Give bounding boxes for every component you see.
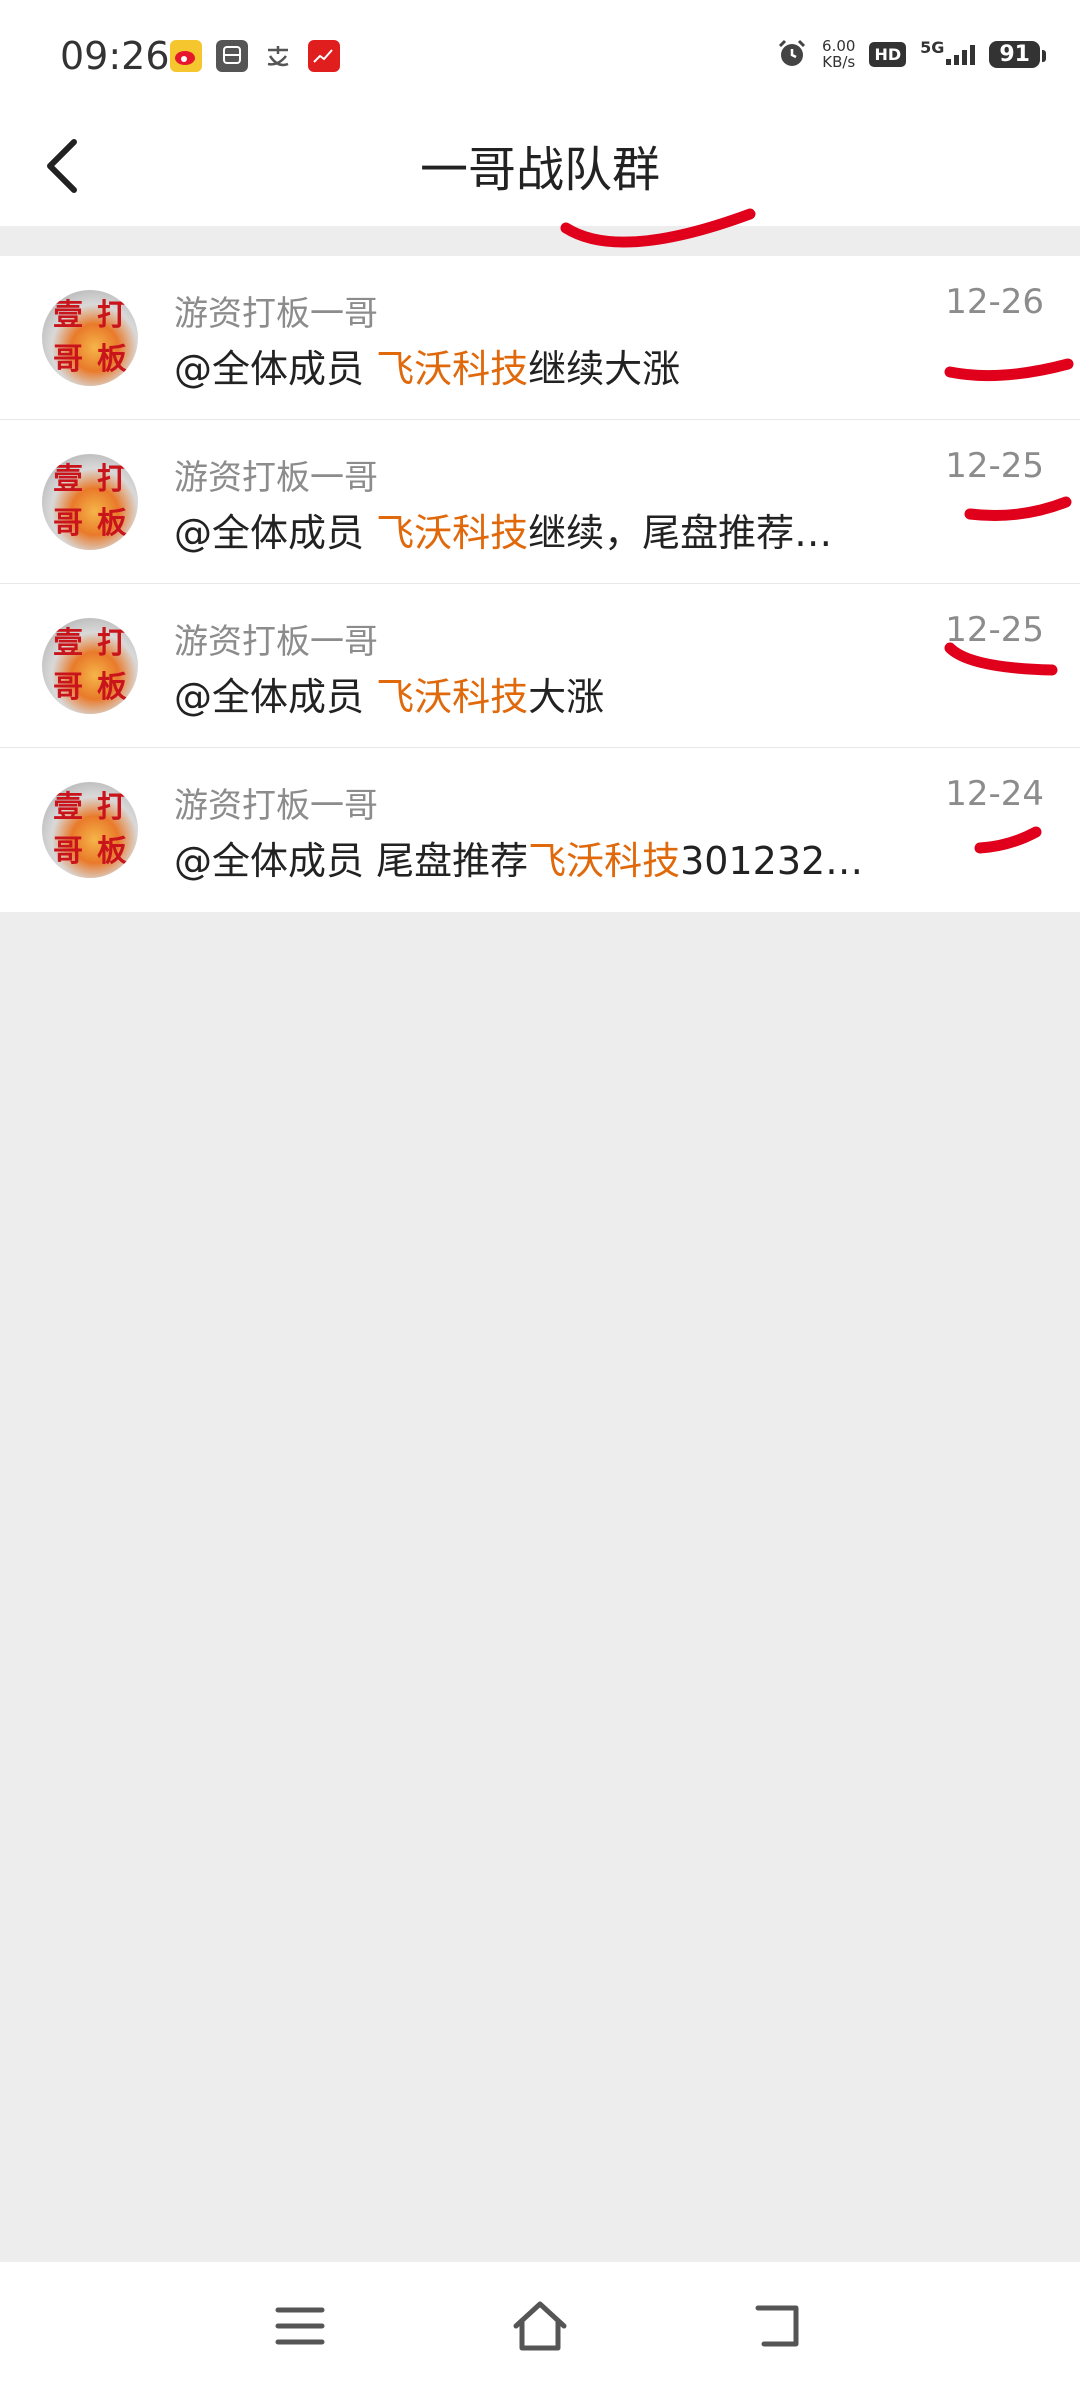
sender-name: 游资打板一哥 [174,786,378,826]
avatar[interactable]: 壹打哥板 [42,782,138,878]
chat-item[interactable]: 壹打哥板 游资打板一哥 @全体成员 飞沃科技继续，尾盘推荐… 12-25 [0,420,1080,584]
alarm-icon [778,39,806,66]
navigation-bar: 一哥战队群 [0,104,1080,226]
stock-highlight: 飞沃科技 [528,839,681,883]
return-icon [755,2305,799,2347]
avatar-logo: 壹打哥板 [53,790,127,869]
net-speed-value: 6.00 [822,37,856,55]
alipay-icon [262,40,294,72]
chat-item[interactable]: 壹打哥板 游资打板一哥 @全体成员 尾盘推荐飞沃科技301232… 12-24 [0,748,1080,912]
stock-app-icon [308,40,340,72]
weibo-icon [170,40,202,72]
message-date: 12-25 [945,610,1044,650]
avatar[interactable]: 壹打哥板 [42,454,138,550]
avatar-logo: 壹打哥板 [53,298,127,377]
cellular-indicator: 5G [920,38,976,65]
avatar-logo: 壹打哥板 [53,626,127,705]
net-speed: 6.00 KB/s [822,38,855,70]
net-speed-unit: KB/s [822,53,856,71]
message-preview: @全体成员 飞沃科技大涨 [174,675,605,719]
message-preview: @全体成员 飞沃科技继续大涨 [174,347,681,391]
home-button[interactable] [510,2296,570,2356]
hd-badge: HD [869,41,907,67]
message-preview: @全体成员 飞沃科技继续，尾盘推荐… [174,511,833,555]
chat-item[interactable]: 壹打哥板 游资打板一哥 @全体成员 飞沃科技继续大涨 12-26 [0,256,1080,420]
stock-highlight: 飞沃科技 [376,675,529,719]
page-title: 一哥战队群 [419,142,660,198]
message-date: 12-24 [945,774,1044,814]
network-type: 5G [920,38,945,57]
avatar[interactable]: 壹打哥板 [42,618,138,714]
battery-indicator: 91 [989,40,1046,68]
home-icon [513,2301,567,2351]
chat-item[interactable]: 壹打哥板 游资打板一哥 @全体成员 飞沃科技大涨 12-25 [0,584,1080,748]
bus-icon [216,40,248,72]
sender-name: 游资打板一哥 [174,458,378,498]
return-button[interactable] [750,2296,810,2356]
chat-list: 壹打哥板 游资打板一哥 @全体成员 飞沃科技继续大涨 12-26 壹打哥板 游资… [0,256,1080,912]
avatar-logo: 壹打哥板 [53,462,127,541]
signal-icon [946,43,976,65]
status-notification-icons [170,40,340,72]
status-bar: 09:26 6.00 KB/s HD 5G 91 [0,0,1080,104]
stock-highlight: 飞沃科技 [376,511,529,555]
menu-button[interactable] [270,2296,330,2356]
stock-highlight: 飞沃科技 [376,347,529,391]
sender-name: 游资打板一哥 [174,622,378,662]
status-time: 09:26 [60,34,170,78]
system-navigation-bar [0,2262,1080,2388]
message-date: 12-25 [945,446,1044,486]
menu-icon [275,2307,325,2345]
message-date: 12-26 [945,282,1044,322]
avatar[interactable]: 壹打哥板 [42,290,138,386]
sender-name: 游资打板一哥 [174,294,378,334]
status-indicators: 6.00 KB/s HD 5G 91 [776,38,1046,70]
message-preview: @全体成员 尾盘推荐飞沃科技301232… [174,839,864,883]
